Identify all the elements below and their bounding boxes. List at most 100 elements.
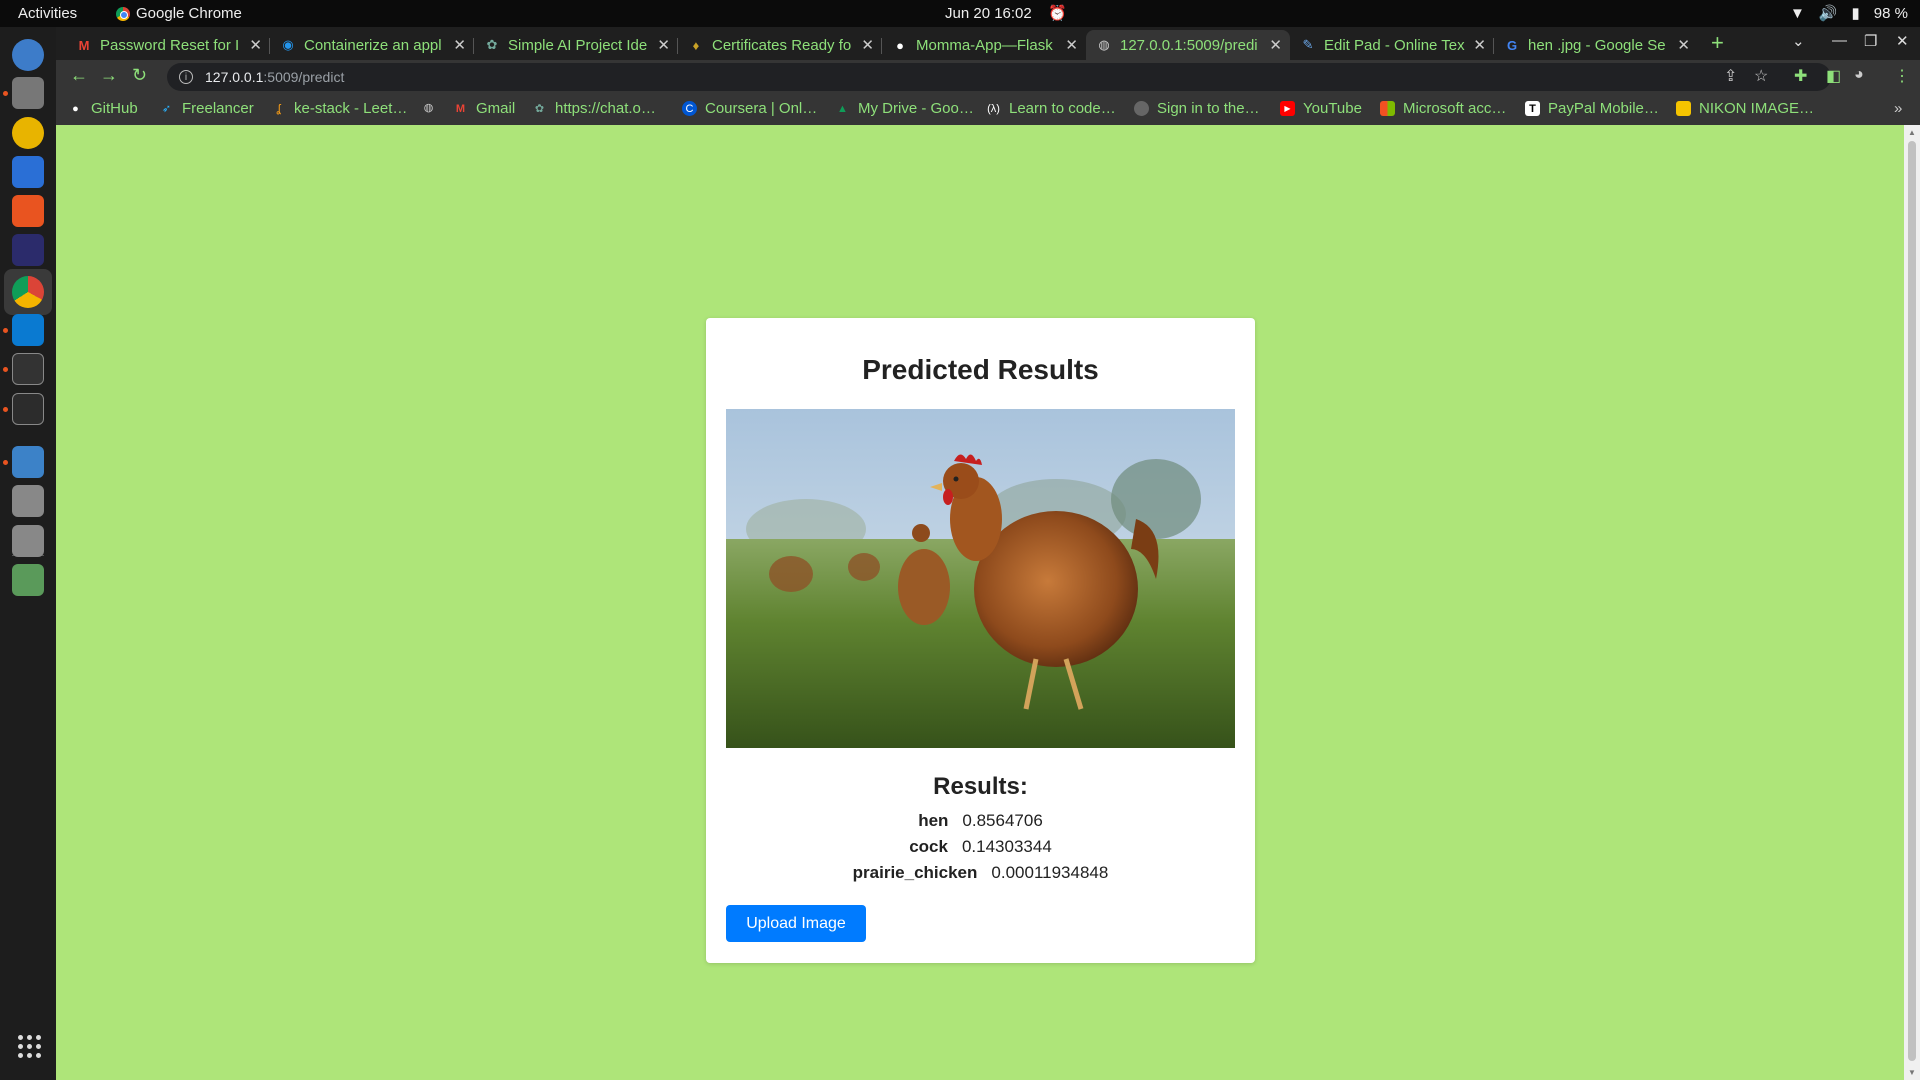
dock [0, 27, 56, 1080]
thunderbird-icon[interactable] [12, 39, 44, 71]
close-icon[interactable]: ✕ [861, 36, 874, 54]
google-icon: G [1506, 37, 1518, 53]
bookmark-microsoft[interactable]: Microsoft acc… [1380, 100, 1506, 117]
scroll-down-icon[interactable]: ▼ [1908, 1068, 1916, 1077]
bookmark-gmail[interactable]: M Gmail [453, 100, 515, 117]
tab[interactable]: ◉ Containerize an appl ✕ [270, 30, 474, 60]
chrome-dock-icon[interactable] [12, 276, 44, 308]
bookmark-label: Freelancer [182, 100, 254, 117]
scrollbar-thumb[interactable] [1908, 141, 1916, 1061]
tab[interactable]: ♦ Certificates Ready fo ✕ [678, 30, 882, 60]
bookmark-leetcode[interactable]: ʆ ke-stack - Leet… [271, 100, 408, 117]
tab-active[interactable]: ◍ 127.0.0.1:5009/predi ✕ [1086, 30, 1290, 60]
chrome-window: M Password Reset for I ✕ ◉ Containerize … [56, 27, 1920, 1080]
close-icon[interactable]: ✕ [453, 36, 466, 54]
close-icon[interactable]: ✕ [1065, 36, 1078, 54]
bookmarks-overflow-icon[interactable]: » [1894, 100, 1902, 117]
close-window-icon[interactable]: ✕ [1896, 32, 1909, 50]
page-scrollbar[interactable]: ▲ ▼ [1904, 125, 1920, 1080]
extensions-icon[interactable]: ✚ [1794, 66, 1807, 86]
bookmark-label: ke-stack - Leet… [294, 100, 408, 117]
tab[interactable]: ● Momma-App—Flask ✕ [882, 30, 1086, 60]
tab[interactable]: ✿ Simple AI Project Ide ✕ [474, 30, 678, 60]
vscode-icon[interactable] [12, 314, 44, 346]
new-tab-button[interactable]: + [1711, 30, 1724, 56]
drive-icon: ▲ [837, 102, 848, 115]
close-icon[interactable]: ✕ [1473, 36, 1486, 54]
avatar-icon [1134, 101, 1149, 116]
tab-search-icon[interactable]: ⌄ [1792, 32, 1805, 50]
site-info-icon[interactable]: i [179, 70, 193, 84]
bookmark-label: Coursera | Onl… [705, 100, 818, 117]
bookmark-label: Gmail [476, 100, 516, 117]
activities-button[interactable]: Activities [18, 5, 77, 22]
github-icon: ● [72, 102, 79, 115]
files-icon[interactable] [12, 77, 44, 109]
result-row: prairie_chicken 0.00011934848 [706, 860, 1255, 886]
bookmark-paypal[interactable]: T PayPal Mobile… [1525, 100, 1659, 117]
system-status-area[interactable]: ▼ 🔊 ▮ 98 % [1790, 4, 1908, 23]
trash-icon[interactable] [12, 564, 44, 596]
profile-avatar[interactable]: ◕ [1854, 66, 1864, 84]
leetcode-icon: ʆ [276, 102, 281, 115]
bookmark-star-icon[interactable]: ☆ [1754, 66, 1768, 86]
reload-icon[interactable]: ↻ [132, 65, 147, 86]
battery-icon: ▮ [1851, 5, 1860, 22]
uploaded-image [726, 409, 1235, 748]
show-apps-icon[interactable] [18, 1035, 41, 1058]
bookmark-freelancer[interactable]: ➶ Freelancer [159, 100, 254, 117]
side-panel-icon[interactable]: ◧ [1826, 66, 1841, 86]
screenshot-icon[interactable] [12, 446, 44, 478]
bookmark-chat[interactable]: ✿ https://chat.o… [532, 100, 656, 117]
bookmark-drive[interactable]: ▲ My Drive - Goo… [835, 100, 974, 117]
github-icon: ● [896, 37, 904, 53]
bookmark-coursera[interactable]: C Coursera | Onl… [682, 100, 817, 117]
clock[interactable]: Jun 20 16:02 [945, 5, 1032, 22]
bookmark-signin[interactable]: Sign in to the… [1134, 100, 1260, 117]
scroll-up-icon[interactable]: ▲ [1908, 128, 1916, 137]
upload-image-button[interactable]: Upload Image [726, 905, 866, 942]
chatgpt-icon: ✿ [534, 103, 545, 115]
docker-icon: ◉ [282, 37, 294, 52]
chrome-menu-icon[interactable]: ⋮ [1894, 66, 1910, 86]
system-monitor-icon[interactable] [12, 353, 44, 385]
close-icon[interactable]: ✕ [1269, 36, 1282, 54]
address-bar[interactable]: i 127.0.0.1:5009/predict [167, 63, 1831, 91]
app-menu[interactable]: Google Chrome [116, 5, 242, 22]
gmail-icon: M [78, 37, 90, 53]
close-icon[interactable]: ✕ [249, 36, 262, 54]
app-name: Google Chrome [136, 5, 242, 22]
tab[interactable]: M Password Reset for I ✕ [66, 30, 270, 60]
bookmark-label: Learn to code… [1009, 100, 1116, 117]
url-text[interactable]: 127.0.0.1:5009/predict [205, 69, 344, 85]
chatgpt-icon: ✿ [486, 37, 498, 52]
close-icon[interactable]: ✕ [657, 36, 670, 54]
result-label: prairie_chicken [852, 863, 978, 882]
bookmark-globe[interactable]: ◍ [421, 100, 444, 115]
close-icon[interactable]: ✕ [1677, 36, 1690, 54]
tab[interactable]: ✎ Edit Pad - Online Tex ✕ [1290, 30, 1494, 60]
bookmark-label: Microsoft acc… [1403, 100, 1507, 117]
editpad-icon: ✎ [1302, 37, 1314, 52]
drive-icon[interactable] [12, 485, 44, 517]
freelancer-icon: ➶ [161, 103, 172, 115]
tab[interactable]: G hen .jpg - Google Se ✕ [1494, 30, 1698, 60]
bookmark-youtube[interactable]: ▶ YouTube [1280, 100, 1362, 117]
tab-title: Simple AI Project Ide [508, 36, 648, 54]
restore-icon[interactable]: ❐ [1864, 32, 1877, 50]
intellij-icon[interactable] [12, 234, 44, 266]
tab-strip: M Password Reset for I ✕ ◉ Containerize … [56, 27, 1920, 60]
rhythmbox-icon[interactable] [12, 117, 44, 149]
terminal-icon[interactable] [12, 393, 44, 425]
bookmark-freecodecamp[interactable]: (λ) Learn to code… [986, 100, 1116, 117]
software-center-icon[interactable] [12, 195, 44, 227]
back-icon[interactable]: ← [70, 65, 88, 86]
bookmark-github[interactable]: ● GitHub [68, 100, 138, 117]
drive-icon[interactable] [12, 525, 44, 557]
minimize-icon[interactable]: — [1832, 32, 1847, 49]
writer-icon[interactable] [12, 156, 44, 188]
share-icon[interactable]: ⇪ [1724, 66, 1737, 86]
running-indicator [3, 460, 8, 465]
bookmark-nikon[interactable]: NIKON IMAGE… [1676, 100, 1814, 117]
forward-icon[interactable]: → [100, 65, 118, 86]
